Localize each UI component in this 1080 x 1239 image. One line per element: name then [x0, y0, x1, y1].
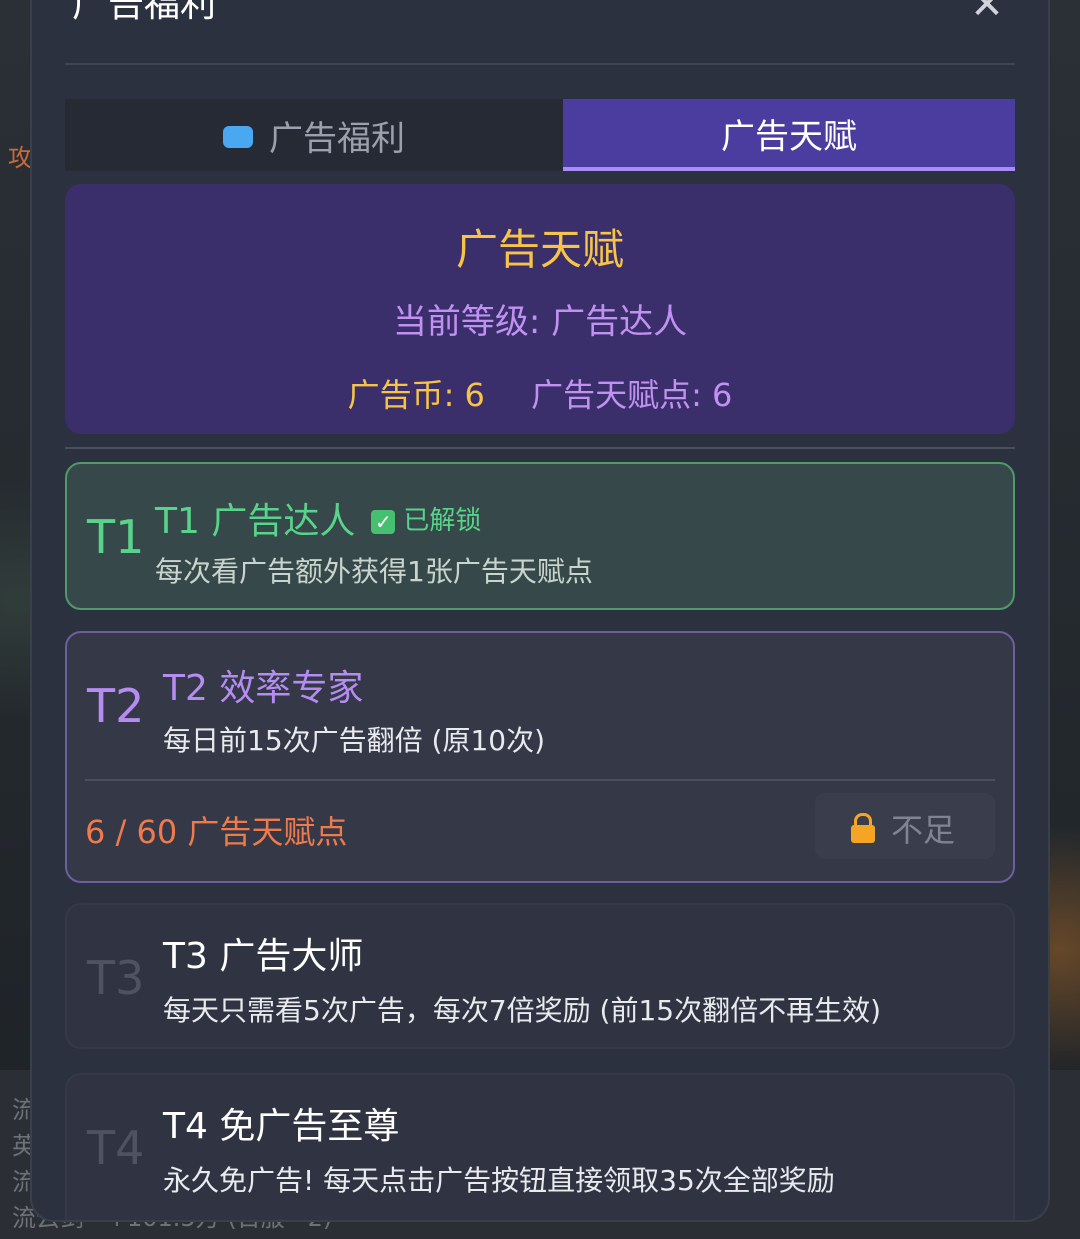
title-divider	[65, 63, 1015, 65]
tab-ad-welfare[interactable]: 广告福利	[65, 99, 563, 171]
unlocked-status: 已解锁	[403, 506, 482, 536]
tier-name-text: T1 广告达人	[155, 501, 356, 542]
talent-points: 广告天赋点: 6	[531, 376, 733, 414]
tier-name: T1 广告达人 ✓ 已解锁	[155, 492, 481, 544]
tier-card-t4: T4 T4 免广告至尊 永久免广告! 每天点击广告按钮直接领取35次全部奖励	[65, 1073, 1015, 1220]
tier-description: 每日前15次广告翻倍 (原10次)	[163, 724, 546, 757]
tv-icon	[223, 126, 253, 148]
close-button[interactable]: ✕	[970, 0, 1004, 30]
tier-name: T3 广告大师	[163, 936, 364, 977]
background-side-text: 攻	[8, 144, 32, 172]
tier-card-t2: T2 T2 效率专家 每日前15次广告翻倍 (原10次) 6 / 60 广告天赋…	[65, 631, 1015, 883]
card-divider	[85, 779, 995, 781]
talent-summary-card: 广告天赋 当前等级: 广告达人 广告币: 6 广告天赋点: 6	[65, 184, 1015, 434]
tier-name: T4 免广告至尊	[163, 1106, 400, 1147]
tier-card-t3: T3 T3 广告大师 每天只需看5次广告，每次7倍奖励 (前15次翻倍不再生效)	[65, 903, 1015, 1049]
tier-description: 永久免广告! 每天点击广告按钮直接领取35次全部奖励	[163, 1164, 835, 1197]
unlock-button-insufficient[interactable]: 不足	[815, 793, 995, 859]
summary-title: 广告天赋	[455, 225, 624, 274]
tab-ad-talent[interactable]: 广告天赋	[563, 99, 1015, 171]
tier-label: T3	[87, 951, 145, 1005]
tier-label: T4	[87, 1121, 145, 1175]
tier-description: 每次看广告额外获得1张广告天赋点	[155, 555, 593, 588]
tier-card-t1: T1 T1 广告达人 ✓ 已解锁 每次看广告额外获得1张广告天赋点	[65, 462, 1015, 610]
lock-icon	[851, 813, 875, 843]
tier-name: T2 效率专家	[163, 668, 364, 709]
tier-description: 每天只需看5次广告，每次7倍奖励 (前15次翻倍不再生效)	[163, 994, 882, 1027]
tab-label: 广告天赋	[721, 116, 857, 157]
ad-welfare-modal: 广告福利 ✕ 广告福利 广告天赋 广告天赋 当前等级: 广告达人 广告币: 6 …	[32, 0, 1048, 1220]
tab-bar: 广告福利 广告天赋	[65, 99, 1015, 171]
section-divider	[65, 447, 1015, 449]
tier-label: T1	[87, 510, 145, 564]
ad-coins: 广告币: 6	[347, 376, 485, 414]
current-level: 当前等级: 广告达人	[392, 302, 688, 342]
tier-label: T2	[87, 679, 145, 733]
modal-title: 广告福利	[72, 0, 217, 25]
tab-label: 广告福利	[269, 118, 405, 159]
check-icon: ✓	[371, 510, 396, 534]
summary-stats: 广告币: 6 广告天赋点: 6	[65, 370, 1015, 416]
unlock-cost: 6 / 60 广告天赋点	[85, 813, 348, 851]
insufficient-label: 不足	[891, 811, 956, 849]
